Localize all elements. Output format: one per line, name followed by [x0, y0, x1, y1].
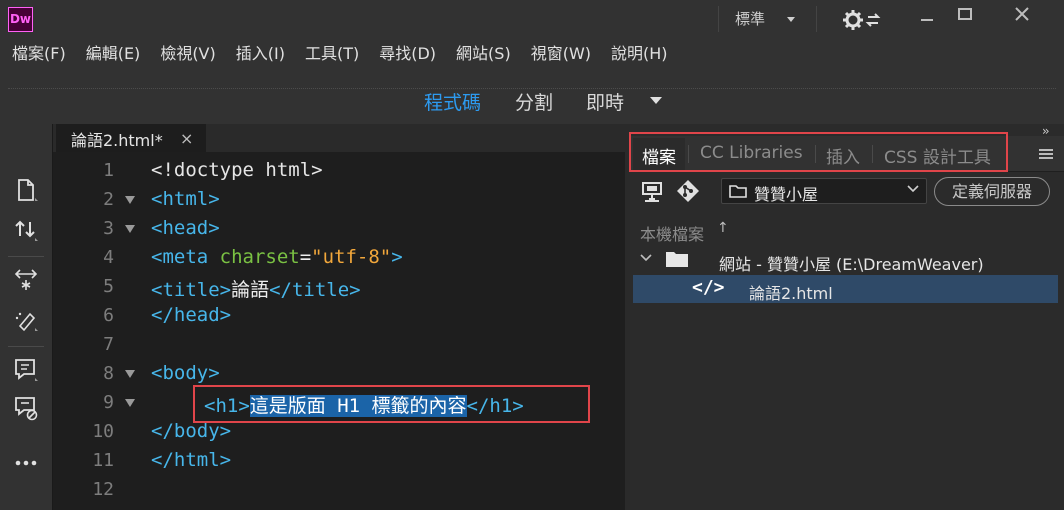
close-icon[interactable] — [1005, 0, 1039, 30]
line-number: 6 — [103, 305, 114, 326]
line-number: 12 — [92, 479, 114, 500]
menu-help[interactable]: 說明(H) — [601, 38, 678, 70]
local-files-header[interactable]: 本機檔案 — [640, 221, 704, 245]
code-tag: </head> — [151, 304, 232, 326]
line-number: 10 — [92, 421, 114, 442]
site-dropdown[interactable] — [721, 178, 927, 204]
toolbar-divider — [8, 346, 44, 347]
code-tag: <meta — [151, 246, 209, 268]
format-source-icon[interactable] — [12, 306, 40, 334]
code-editor[interactable] — [53, 152, 625, 510]
open-document-icon[interactable] — [12, 176, 40, 204]
menu-find[interactable]: 尋找(D) — [369, 38, 446, 70]
code-line: <meta charset="utf-8"> — [151, 246, 403, 268]
line-number: 7 — [103, 334, 114, 355]
code-tag: > — [391, 246, 403, 268]
line-number: 3 — [103, 218, 114, 239]
code-line: </head> — [151, 304, 231, 326]
menu-edit[interactable]: 編輯(E) — [76, 38, 151, 70]
fold-arrow-icon[interactable] — [125, 196, 135, 204]
menu-view[interactable]: 檢視(V) — [150, 38, 225, 70]
menu-window[interactable]: 視窗(W) — [521, 38, 601, 70]
line-number: 4 — [103, 247, 114, 268]
code-tag: <head> — [151, 217, 220, 239]
folder-icon — [666, 252, 688, 267]
code-tag: </body> — [151, 420, 232, 442]
code-tag: <title> — [151, 279, 232, 301]
site-dropdown-value[interactable]: 贊贊小屋 — [754, 181, 818, 205]
code-tag: <body> — [151, 362, 220, 384]
sync-settings-icon[interactable] — [842, 9, 882, 31]
title-divider — [816, 6, 817, 32]
expand-all-icon[interactable] — [12, 266, 40, 294]
fold-arrow-icon[interactable] — [125, 370, 135, 378]
code-text: 論語 — [231, 279, 270, 301]
title-bar — [0, 0, 1064, 38]
code-line: <body> — [151, 362, 220, 384]
document-tab-label[interactable]: 論語2.html* — [71, 127, 163, 151]
menu-insert[interactable]: 插入(I) — [226, 38, 295, 70]
tree-site-label[interactable]: 網站 - 贊贊小屋 (E:\DreamWeaver) — [719, 251, 984, 275]
toolbar-divider — [8, 256, 44, 257]
code-line: <!doctype html> — [151, 159, 323, 181]
git-icon[interactable] — [676, 178, 700, 204]
line-number: 2 — [103, 189, 114, 210]
minimize-icon[interactable] — [912, 0, 942, 30]
line-number: 1 — [103, 160, 114, 181]
code-line: <html> — [151, 188, 220, 210]
folder-icon — [729, 185, 747, 198]
code-line: <head> — [151, 217, 220, 239]
chevron-down-icon[interactable] — [787, 17, 795, 22]
close-tab-icon[interactable]: × — [180, 129, 193, 148]
h1-highlight-box — [193, 385, 590, 423]
code-string: "utf-8" — [311, 246, 392, 268]
tree-file-label[interactable]: 論語2.html — [749, 280, 833, 304]
more-options-icon[interactable] — [12, 449, 40, 477]
split-view-button[interactable]: 分割 — [515, 88, 553, 115]
code-line: </html> — [151, 449, 231, 471]
line-number: 11 — [92, 450, 114, 471]
code-doctype: <!doctype html> — [151, 159, 323, 181]
view-options-chevron-icon[interactable] — [650, 97, 662, 104]
apply-comment-icon[interactable] — [12, 356, 40, 384]
menu-tools[interactable]: 工具(T) — [295, 38, 369, 70]
code-view-button[interactable]: 程式碼 — [424, 88, 481, 115]
code-tag: <html> — [151, 188, 220, 210]
code-line: </body> — [151, 420, 231, 442]
connect-server-icon[interactable] — [640, 180, 664, 204]
file-management-icon[interactable] — [12, 216, 40, 244]
panel-tabs-highlight-box — [629, 132, 1008, 172]
workspace-switcher[interactable]: 標準 — [735, 8, 765, 29]
panel-menu-icon[interactable] — [1038, 148, 1054, 160]
dreamweaver-logo: Dw — [8, 7, 33, 32]
menu-bar: 檔案(F) 編輯(E) 檢視(V) 插入(I) 工具(T) 尋找(D) 網站(S… — [0, 38, 1064, 70]
line-number: 9 — [103, 392, 114, 413]
maximize-icon[interactable] — [950, 0, 980, 30]
code-file-icon: </> — [692, 277, 725, 298]
chevron-down-icon[interactable] — [640, 254, 652, 262]
code-tag: </title> — [269, 279, 361, 301]
line-number: 8 — [103, 363, 114, 384]
chevron-down-icon[interactable] — [907, 185, 919, 193]
code-attribute: charset — [208, 246, 300, 268]
code-line: <title>論語</title> — [151, 275, 361, 302]
sort-arrow-icon[interactable]: ↑ — [717, 220, 729, 236]
define-server-button[interactable]: 定義伺服器 — [934, 177, 1050, 206]
title-divider — [718, 6, 719, 32]
code-tag: </html> — [151, 449, 232, 471]
remove-comment-icon[interactable] — [12, 394, 40, 422]
menu-file[interactable]: 檔案(F) — [0, 38, 76, 70]
common-toolbar — [0, 124, 53, 510]
fold-arrow-icon[interactable] — [125, 399, 135, 407]
fold-arrow-icon[interactable] — [125, 225, 135, 233]
code-operator: = — [299, 246, 312, 268]
menu-site[interactable]: 網站(S) — [446, 38, 521, 70]
live-view-button[interactable]: 即時 — [586, 88, 624, 115]
line-number: 5 — [103, 276, 114, 297]
